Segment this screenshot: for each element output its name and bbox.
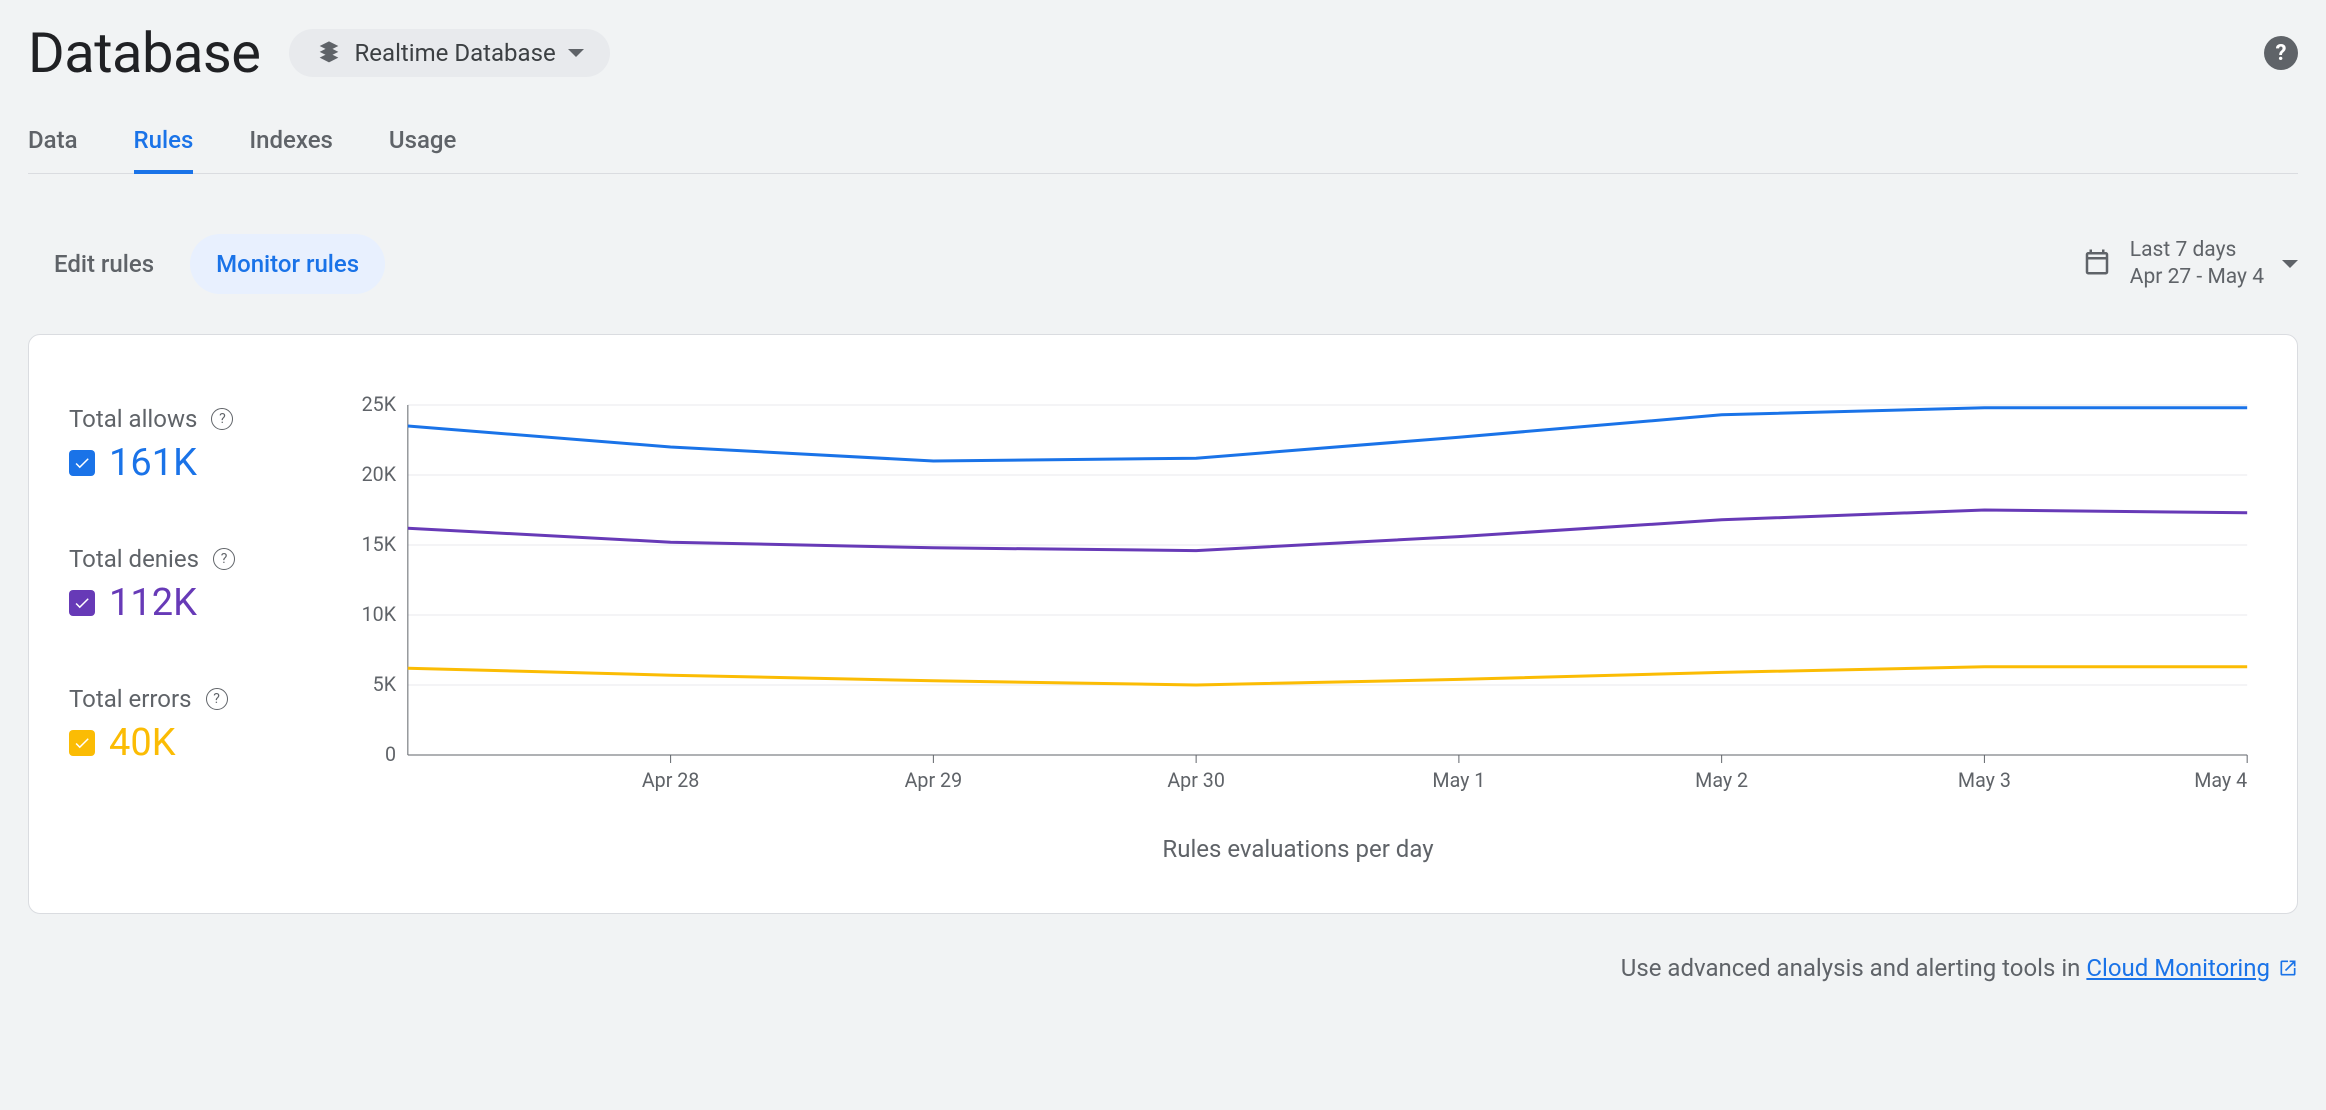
date-range-detail: Apr 27 - May 4 bbox=[2130, 264, 2264, 291]
legend-checkbox[interactable] bbox=[69, 590, 95, 616]
legend-item: Total errors? 40K bbox=[69, 685, 299, 765]
help-hint-icon[interactable]: ? bbox=[213, 548, 235, 570]
svg-text:May 2: May 2 bbox=[1695, 769, 1748, 792]
legend-item: Total denies? 112K bbox=[69, 545, 299, 625]
header-row: Database Realtime Database ? bbox=[28, 0, 2298, 86]
chart-card: Total allows?161KTotal denies?112KTotal … bbox=[28, 334, 2298, 914]
chart-legend: Total allows?161KTotal denies?112KTotal … bbox=[69, 395, 299, 863]
date-range-picker[interactable]: Last 7 days Apr 27 - May 4 bbox=[2082, 237, 2298, 292]
tab-data[interactable]: Data bbox=[28, 126, 78, 174]
legend-checkbox[interactable] bbox=[69, 450, 95, 476]
legend-value: 40K bbox=[109, 721, 176, 765]
legend-value: 161K bbox=[109, 441, 197, 485]
legend-label: Total errors bbox=[69, 685, 192, 713]
sub-row: Edit rulesMonitor rules Last 7 days Apr … bbox=[28, 234, 2298, 294]
help-hint-icon[interactable]: ? bbox=[211, 408, 233, 430]
chevron-down-icon bbox=[2282, 260, 2298, 268]
legend-label: Total allows bbox=[69, 405, 197, 433]
svg-text:10K: 10K bbox=[362, 603, 397, 626]
legend-checkbox[interactable] bbox=[69, 730, 95, 756]
help-hint-icon[interactable]: ? bbox=[206, 688, 228, 710]
chart-area: 0 5K 10K 15K 20K 25K Apr 28 Apr 29 Apr 30 May 1 Ma… bbox=[339, 395, 2257, 863]
svg-text:Apr 29: Apr 29 bbox=[905, 769, 963, 792]
svg-text:May 4: May 4 bbox=[2194, 769, 2247, 792]
svg-text:5K: 5K bbox=[373, 673, 397, 696]
main-tabs: Data Rules Indexes Usage bbox=[28, 126, 2298, 174]
tab-indexes[interactable]: Indexes bbox=[249, 126, 333, 174]
date-range-label: Last 7 days bbox=[2130, 237, 2264, 264]
tab-usage[interactable]: Usage bbox=[389, 126, 456, 174]
legend-value: 112K bbox=[109, 581, 197, 625]
footer-text: Use advanced analysis and alerting tools… bbox=[1621, 954, 2087, 982]
line-chart: 0 5K 10K 15K 20K 25K Apr 28 Apr 29 Apr 30 May 1 Ma… bbox=[339, 395, 2257, 805]
calendar-icon bbox=[2082, 247, 2112, 281]
subtab-edit-rules[interactable]: Edit rules bbox=[28, 234, 180, 294]
realtime-database-icon bbox=[315, 39, 343, 67]
svg-text:20K: 20K bbox=[362, 463, 397, 486]
chevron-down-icon bbox=[568, 49, 584, 57]
footer: Use advanced analysis and alerting tools… bbox=[28, 954, 2298, 982]
tab-rules[interactable]: Rules bbox=[134, 126, 194, 174]
external-link-icon bbox=[2278, 958, 2298, 978]
page-title: Database bbox=[28, 20, 261, 86]
database-selector-label: Realtime Database bbox=[355, 39, 556, 67]
svg-text:25K: 25K bbox=[362, 395, 397, 416]
legend-item: Total allows? 161K bbox=[69, 405, 299, 485]
svg-text:Apr 28: Apr 28 bbox=[642, 769, 700, 792]
svg-text:Apr 30: Apr 30 bbox=[1167, 769, 1225, 792]
svg-text:May 1: May 1 bbox=[1432, 769, 1485, 792]
subtab-monitor-rules[interactable]: Monitor rules bbox=[190, 234, 385, 294]
help-icon[interactable]: ? bbox=[2264, 36, 2298, 70]
svg-text:May 3: May 3 bbox=[1958, 769, 2011, 792]
svg-text:0: 0 bbox=[385, 743, 396, 766]
legend-label: Total denies bbox=[69, 545, 199, 573]
sub-tabs: Edit rulesMonitor rules bbox=[28, 234, 385, 294]
cloud-monitoring-link[interactable]: Cloud Monitoring bbox=[2086, 954, 2298, 982]
chart-x-axis-label: Rules evaluations per day bbox=[339, 835, 2257, 863]
svg-text:15K: 15K bbox=[362, 533, 397, 556]
database-selector[interactable]: Realtime Database bbox=[289, 29, 610, 77]
